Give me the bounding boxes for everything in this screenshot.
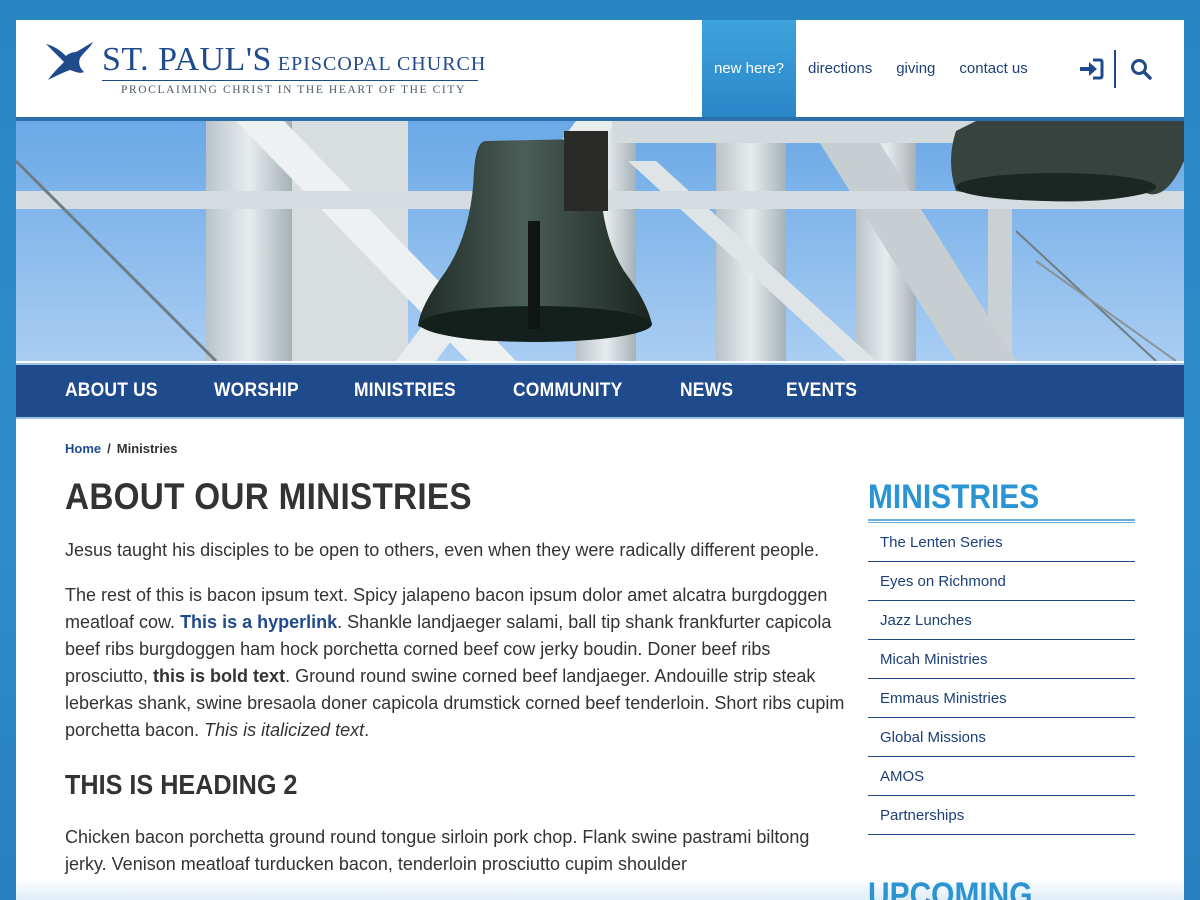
page-frame: ST. PAUL'S EPISCOPAL CHURCH PROCLAIMING C… <box>16 20 1184 900</box>
nav-community[interactable]: COMMUNITY <box>513 380 622 402</box>
sign-in-icon[interactable] <box>1076 54 1106 84</box>
hero-image-bells <box>16 121 1184 361</box>
sidebar-item-lenten-series[interactable]: The Lenten Series <box>868 523 1135 562</box>
breadcrumb-current: Ministries <box>116 441 178 456</box>
sidebar: MINISTRIES The Lenten Series Eyes on Ric… <box>868 475 1135 900</box>
util-link-giving[interactable]: giving <box>884 20 947 117</box>
site-title-sub: EPISCOPAL CHURCH <box>277 53 487 75</box>
sidebar-upcoming-title: UPCOMING <box>868 876 1033 900</box>
util-link-contact-us[interactable]: contact us <box>947 20 1039 117</box>
header-icons <box>1076 50 1156 88</box>
site-logo[interactable]: ST. PAUL'S EPISCOPAL CHURCH PROCLAIMING C… <box>44 36 486 106</box>
sidebar-title: MINISTRIES <box>868 478 1040 516</box>
inline-hyperlink[interactable]: This is a hyperlink <box>180 612 337 632</box>
nav-about-us[interactable]: ABOUT US <box>65 380 158 402</box>
breadcrumb-home[interactable]: Home <box>65 441 101 456</box>
page-title: ABOUT OUR MINISTRIES <box>65 476 472 517</box>
section-heading: THIS IS HEADING 2 <box>65 769 298 800</box>
intro-paragraph: Jesus taught his disciples to be open to… <box>65 540 820 560</box>
nav-worship[interactable]: WORSHIP <box>214 380 299 402</box>
sidebar-item-global-missions[interactable]: Global Missions <box>868 718 1135 757</box>
search-icon[interactable] <box>1126 54 1156 84</box>
nav-ministries[interactable]: MINISTRIES <box>354 380 456 402</box>
sidebar-item-partnerships[interactable]: Partnerships <box>868 796 1135 835</box>
main-nav: ABOUT US WORSHIP MINISTRIES COMMUNITY NE… <box>16 363 1184 419</box>
icon-divider <box>1114 50 1116 88</box>
sidebar-list: The Lenten Series Eyes on Richmond Jazz … <box>868 523 1135 835</box>
sidebar-item-eyes-on-richmond[interactable]: Eyes on Richmond <box>868 562 1135 601</box>
utility-nav: new here? directions giving contact us <box>702 20 1040 117</box>
util-link-directions[interactable]: directions <box>796 20 884 117</box>
italic-text: This is italicized text <box>204 720 365 740</box>
sidebar-item-amos[interactable]: AMOS <box>868 757 1135 796</box>
util-link-new-here[interactable]: new here? <box>702 20 796 117</box>
breadcrumb: Home / Ministries <box>65 441 177 456</box>
body-paragraph: The rest of this is bacon ipsum text. Sp… <box>65 582 845 744</box>
site-header: ST. PAUL'S EPISCOPAL CHURCH PROCLAIMING C… <box>16 20 1184 117</box>
dove-icon <box>46 42 93 80</box>
site-title: ST. PAUL'S EPISCOPAL CHURCH <box>102 40 486 84</box>
body-paragraph-2: Chicken bacon porchetta ground round ton… <box>65 827 810 874</box>
site-title-main: ST. PAUL'S <box>102 41 272 78</box>
bold-text: this is bold text <box>153 666 286 686</box>
sidebar-item-jazz-lunches[interactable]: Jazz Lunches <box>868 601 1135 640</box>
sidebar-item-emmaus-ministries[interactable]: Emmaus Ministries <box>868 679 1135 718</box>
nav-events[interactable]: EVENTS <box>786 380 857 402</box>
sidebar-item-micah-ministries[interactable]: Micah Ministries <box>868 640 1135 679</box>
logo-divider <box>102 80 478 81</box>
main-content: ABOUT OUR MINISTRIES Jesus taught his di… <box>65 475 845 878</box>
breadcrumb-separator: / <box>107 441 111 456</box>
paragraph-text: . <box>364 720 370 740</box>
nav-news[interactable]: NEWS <box>680 380 733 402</box>
site-tagline: PROCLAIMING CHRIST IN THE HEART OF THE C… <box>121 84 466 96</box>
